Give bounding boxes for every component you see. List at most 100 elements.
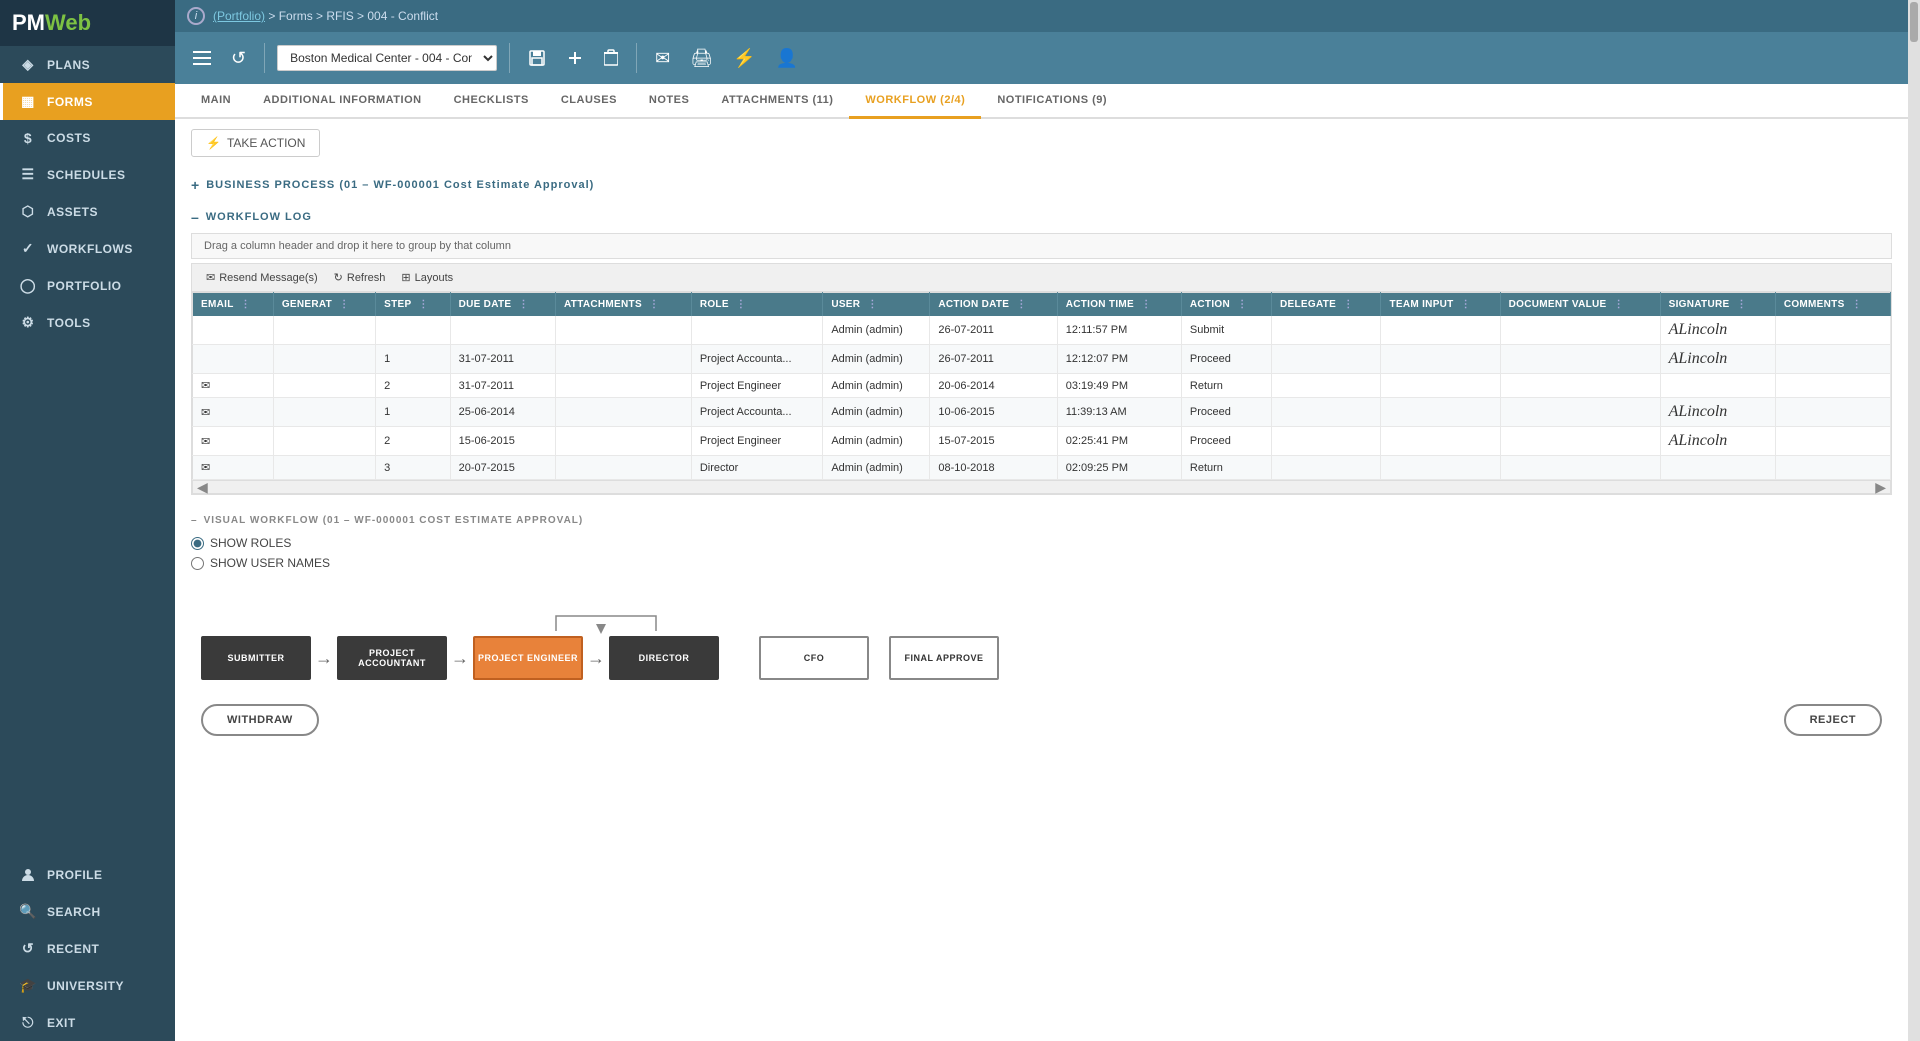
radio-show-roles[interactable] (191, 537, 204, 550)
toolbar-sep-2 (509, 43, 510, 73)
sidebar-item-label: ASSETS (47, 205, 98, 219)
col-step[interactable]: STEP ⋮ (376, 293, 450, 317)
col-comments[interactable]: COMMENTS ⋮ (1775, 293, 1890, 317)
sidebar-item-portfolio[interactable]: ◯ PORTFOLIO (0, 267, 175, 304)
project-selector[interactable]: Boston Medical Center - 004 - Confl (277, 45, 497, 71)
table-scrollbar[interactable]: ◀ ▶ (192, 480, 1891, 494)
sidebar-item-assets[interactable]: ⬡ ASSETS (0, 193, 175, 230)
col-action-date[interactable]: ACTION DATE ⋮ (930, 293, 1057, 317)
col-delegate[interactable]: DELEGATE ⋮ (1272, 293, 1381, 317)
wf-node-final-approve[interactable]: FINAL APPROVE (889, 636, 999, 680)
costs-icon: $ (17, 130, 39, 146)
action-button[interactable]: ⚡ (727, 44, 761, 73)
table-row: ✉231-07-2011Project EngineerAdmin (admin… (193, 374, 1891, 398)
breadcrumb-portfolio[interactable]: (Portfolio) (213, 9, 265, 23)
scroll-left-icon[interactable]: ◀ (193, 479, 212, 496)
wf-node-cfo[interactable]: CFO (759, 636, 869, 680)
visual-workflow-title: – VISUAL WORKFLOW (01 – WF-000001 COST E… (191, 515, 1892, 526)
workflow-table-wrapper: EMAIL ⋮ GENERAT ⋮ STEP ⋮ DUE DATE ⋮ ATTA… (191, 291, 1892, 495)
layouts-button[interactable]: ⊞ Layouts (395, 268, 459, 287)
wf-arrow-2: → (447, 648, 473, 669)
col-user[interactable]: USER ⋮ (823, 293, 930, 317)
radio-show-users[interactable] (191, 557, 204, 570)
tab-additional[interactable]: ADDITIONAL INFORMATION (247, 84, 437, 119)
table-row: ✉320-07-2015DirectorAdmin (admin)08-10-2… (193, 456, 1891, 480)
print-button[interactable]: 🖨 (684, 44, 719, 73)
tab-attachments[interactable]: ATTACHMENTS (11) (705, 84, 849, 119)
university-icon: 🎓 (17, 977, 39, 994)
user-button[interactable]: 👤 (769, 44, 803, 73)
tab-notes[interactable]: NOTES (633, 84, 705, 119)
save-button[interactable] (522, 45, 552, 71)
main-content: i (Portfolio) > Forms > RFIS > 004 - Con… (175, 0, 1908, 1041)
col-signature[interactable]: SIGNATURE ⋮ (1660, 293, 1775, 317)
sidebar-item-tools[interactable]: ⚙ TOOLS (0, 304, 175, 341)
wf-node-director[interactable]: DIRECTOR (609, 636, 719, 680)
col-due-date[interactable]: DUE DATE ⋮ (450, 293, 555, 317)
business-process-header[interactable]: + BUSINESS PROCESS (01 – WF-000001 Cost … (191, 177, 1892, 193)
undo-button[interactable]: ↺ (225, 44, 252, 73)
withdraw-button[interactable]: WITHDRAW (201, 704, 319, 736)
email-button[interactable]: ✉ (649, 44, 676, 73)
sidebar-item-profile[interactable]: PROFILE (0, 857, 175, 893)
sidebar-item-label: TOOLS (47, 316, 91, 330)
wf-node-submitter[interactable]: SUBMITTER (201, 636, 311, 680)
col-email[interactable]: EMAIL ⋮ (193, 293, 274, 317)
radio-show-users-label[interactable]: SHOW USER NAMES (191, 556, 1892, 570)
portfolio-icon: ◯ (17, 277, 39, 294)
info-icon[interactable]: i (187, 7, 205, 25)
menu-button[interactable] (187, 47, 217, 69)
sidebar-item-workflows[interactable]: ✓ WORKFLOWS (0, 230, 175, 267)
radio-group: SHOW ROLES SHOW USER NAMES (191, 536, 1892, 570)
topbar: i (Portfolio) > Forms > RFIS > 004 - Con… (175, 0, 1908, 32)
wf-node-project-engineer[interactable]: PROJECT ENGINEER (473, 636, 583, 680)
right-scrollbar[interactable] (1908, 0, 1920, 1041)
sidebar-item-schedules[interactable]: ☰ SCHEDULES (0, 156, 175, 193)
lightning-icon: ⚡ (206, 136, 221, 150)
col-generat[interactable]: GENERAT ⋮ (273, 293, 375, 317)
col-action-time[interactable]: ACTION TIME ⋮ (1057, 293, 1181, 317)
resend-messages-button[interactable]: ✉ Resend Message(s) (200, 268, 324, 287)
col-role[interactable]: ROLE ⋮ (691, 293, 822, 317)
sidebar-item-plans[interactable]: ◈ PLANS (0, 46, 175, 83)
tab-clauses[interactable]: CLAUSES (545, 84, 633, 119)
sidebar-item-label: FORMS (47, 95, 93, 109)
sidebar-item-exit[interactable]: ⎋ EXIT (0, 1004, 175, 1041)
scroll-right-icon[interactable]: ▶ (1871, 479, 1890, 496)
table-row: ✉125-06-2014Project Accounta...Admin (ad… (193, 398, 1891, 427)
take-action-container: ⚡ TAKE ACTION (191, 129, 1892, 157)
sidebar-item-label: COSTS (47, 131, 91, 145)
resend-label: Resend Message(s) (219, 272, 317, 284)
sidebar-item-forms[interactable]: ▦ FORMS (0, 83, 175, 120)
add-button[interactable] (560, 45, 590, 71)
reject-button[interactable]: REJECT (1784, 704, 1882, 736)
tab-main[interactable]: MAIN (185, 84, 247, 119)
col-team-input[interactable]: TEAM INPUT ⋮ (1381, 293, 1500, 317)
col-document-value[interactable]: DOCUMENT VALUE ⋮ (1500, 293, 1660, 317)
breadcrumb: (Portfolio) > Forms > RFIS > 004 - Confl… (213, 9, 438, 23)
sidebar-item-label: PROFILE (47, 868, 103, 882)
tab-notifications[interactable]: NOTIFICATIONS (9) (981, 84, 1123, 119)
wf-node-project-accountant[interactable]: PROJECT ACCOUNTANT (337, 636, 447, 680)
sidebar-item-label: SCHEDULES (47, 168, 126, 182)
col-action[interactable]: ACTION ⋮ (1181, 293, 1271, 317)
scrollbar-thumb[interactable] (1910, 2, 1918, 42)
refresh-button[interactable]: ↻ Refresh (328, 268, 392, 287)
radio-show-roles-text: SHOW ROLES (210, 536, 291, 550)
sidebar-item-label: WORKFLOWS (47, 242, 133, 256)
forms-icon: ▦ (17, 93, 39, 110)
workflows-icon: ✓ (17, 240, 39, 257)
delete-button[interactable] (598, 45, 624, 71)
tab-workflow[interactable]: WORKFLOW (2/4) (849, 84, 981, 119)
sidebar-item-search[interactable]: 🔍 SEARCH (0, 893, 175, 930)
radio-show-roles-label[interactable]: SHOW ROLES (191, 536, 1892, 550)
logo-text: PMWeb (12, 10, 91, 36)
sidebar-item-recent[interactable]: ↺ RECENT (0, 930, 175, 967)
tab-checklists[interactable]: CHECKLISTS (438, 84, 545, 119)
sidebar-item-university[interactable]: 🎓 UNIVERSITY (0, 967, 175, 1004)
take-action-button[interactable]: ⚡ TAKE ACTION (191, 129, 320, 157)
workflow-log-header[interactable]: – WORKFLOW LOG (191, 209, 1892, 225)
col-attachments[interactable]: ATTACHMENTS ⋮ (556, 293, 692, 317)
email-small-icon: ✉ (206, 271, 215, 284)
sidebar-item-costs[interactable]: $ COSTS (0, 120, 175, 156)
